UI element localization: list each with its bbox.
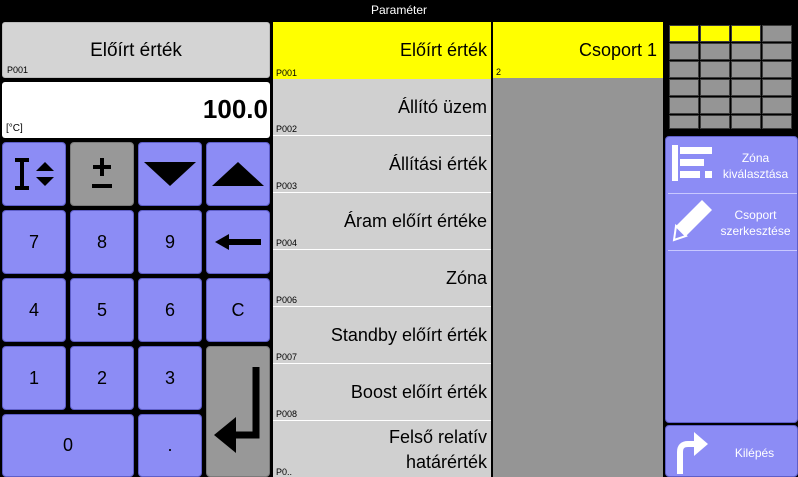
param-code: P004: [276, 238, 298, 248]
param-label: Állító üzem: [397, 97, 487, 117]
key-8[interactable]: 8: [70, 210, 134, 274]
group-column: [493, 22, 663, 477]
current-param-code: P001: [7, 65, 29, 75]
key-3[interactable]: 3: [138, 346, 202, 410]
zone-cell: [731, 43, 761, 60]
value-text: 100.0: [202, 94, 268, 124]
param-label: Áram előírt értéke: [343, 211, 487, 231]
zone-cell: [700, 97, 730, 114]
zone-cell: [669, 79, 699, 96]
param-row-p006[interactable]: Zóna P006: [273, 250, 491, 307]
exit-arrow-icon: [677, 432, 708, 474]
zone-select-button[interactable]: Zóna kiválasztása: [668, 137, 797, 194]
zone-cell: [762, 61, 792, 78]
param-label: Felső relatív határérték: [388, 427, 487, 472]
backspace-button[interactable]: [206, 210, 270, 274]
group-item[interactable]: Csoport 1 2: [493, 22, 663, 78]
zone-cell: [731, 97, 761, 114]
zone-cell: [762, 43, 792, 60]
param-code: P003: [276, 181, 298, 191]
zone-cell: [762, 79, 792, 96]
param-code: P0..: [276, 467, 293, 477]
param-row-p008[interactable]: Boost előírt érték P008: [273, 364, 491, 421]
zone-cell: [669, 115, 699, 129]
clear-button[interactable]: C: [206, 278, 270, 342]
triangle-down-icon: [144, 162, 196, 186]
group-edit-label: Csoport szerkesztése: [720, 208, 791, 238]
param-row-p002[interactable]: Állító üzem P002: [273, 79, 491, 136]
arrow-left-icon: [215, 234, 261, 250]
enter-button[interactable]: [206, 346, 270, 477]
param-code: P001: [276, 68, 298, 78]
zone-cell: [669, 61, 699, 78]
param-label: Boost előírt érték: [350, 382, 487, 402]
up-button[interactable]: [206, 142, 270, 206]
key-7[interactable]: 7: [2, 210, 66, 274]
zone-cell: [700, 43, 730, 60]
key-0[interactable]: 0: [2, 414, 134, 477]
param-row-p001[interactable]: Előírt érték P001: [273, 22, 491, 79]
key-5[interactable]: 5: [70, 278, 134, 342]
down-button[interactable]: [138, 142, 202, 206]
key-6[interactable]: 6: [138, 278, 202, 342]
param-label: Előírt érték: [399, 40, 487, 60]
key-1[interactable]: 1: [2, 346, 66, 410]
param-row-p003[interactable]: Állítási érték P003: [273, 136, 491, 193]
zone-cell: [731, 61, 761, 78]
param-code: P008: [276, 409, 298, 419]
current-param-header: Előírt érték P001: [2, 22, 270, 78]
triangle-up-icon: [212, 162, 264, 186]
parameter-list[interactable]: Előírt érték P001 Állító üzem P002 Állít…: [273, 22, 491, 477]
zone-cell: [731, 25, 761, 42]
zone-list-icon: [672, 145, 712, 181]
param-row-p007[interactable]: Standby előírt érték P007: [273, 307, 491, 364]
action-panel: Zóna kiválasztása Csoport szerkesztése: [665, 136, 798, 423]
zone-cell: [700, 79, 730, 96]
zone-cell: [762, 97, 792, 114]
zone-cell: [762, 115, 792, 129]
zone-cell: [669, 25, 699, 42]
zone-select-label: Zóna kiválasztása: [722, 151, 789, 181]
group-label: Csoport 1: [578, 40, 657, 60]
pencil-icon: [672, 200, 712, 242]
param-row-p004[interactable]: Áram előírt értéke P004: [273, 193, 491, 250]
exit-button[interactable]: Kilépés: [665, 425, 798, 477]
value-unit: [°C]: [6, 123, 23, 134]
zone-cell: [700, 61, 730, 78]
zone-cell: [700, 115, 730, 129]
plus-minus-button[interactable]: [70, 142, 134, 206]
key-decimal[interactable]: .: [138, 414, 202, 477]
group-edit-button[interactable]: Csoport szerkesztése: [668, 194, 797, 251]
current-param-name: Előírt érték: [90, 40, 182, 61]
zone-cell: [669, 43, 699, 60]
zone-cell: [700, 25, 730, 42]
enter-icon: [214, 366, 260, 453]
zone-cell: [762, 25, 792, 42]
key-9[interactable]: 9: [138, 210, 202, 274]
param-row-upper-limit[interactable]: Felső relatív határérték P0..: [273, 421, 491, 477]
key-2[interactable]: 2: [70, 346, 134, 410]
exit-label: Kilépés: [734, 446, 775, 460]
key-4[interactable]: 4: [2, 278, 66, 342]
group-code: 2: [496, 67, 502, 77]
value-display[interactable]: 100.0 [°C]: [2, 82, 270, 138]
param-code: P007: [276, 352, 298, 362]
param-label: Zóna: [445, 268, 487, 288]
plus-minus-icon: [92, 158, 112, 188]
zone-cell: [731, 115, 761, 129]
param-label: Standby előírt érték: [330, 325, 487, 345]
zone-cell: [731, 79, 761, 96]
cursor-mode-button[interactable]: [2, 142, 66, 206]
zone-grid[interactable]: [669, 25, 794, 130]
zone-cell: [669, 97, 699, 114]
param-label: Állítási érték: [388, 154, 487, 174]
window-title: Paraméter: [370, 3, 428, 17]
text-cursor-updown-icon: [15, 158, 54, 190]
param-code: P006: [276, 295, 298, 305]
param-code: P002: [276, 124, 298, 134]
